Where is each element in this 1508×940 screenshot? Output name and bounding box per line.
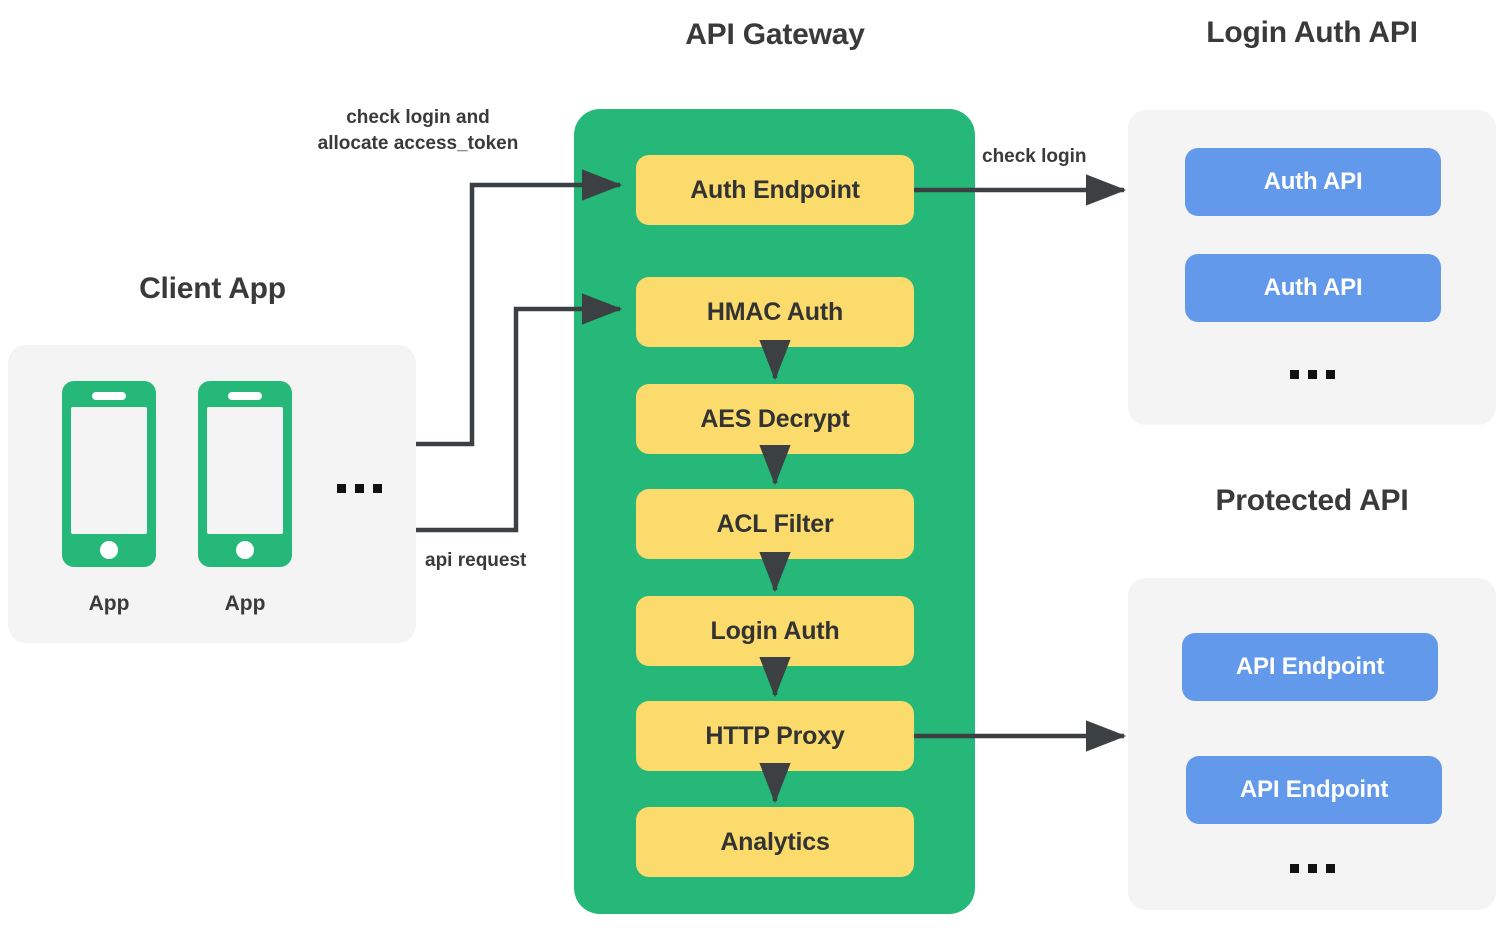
login-auth-api-ellipsis-icon: [1290, 370, 1335, 379]
edge-label-api-request: api request: [425, 550, 527, 571]
protected-api-panel: [1128, 578, 1496, 910]
edge-label-check-login-allocate: check login and allocate access_token: [317, 107, 519, 154]
section-title-login-auth-api: Login Auth API: [1206, 16, 1418, 49]
phone-speaker: [228, 392, 262, 400]
section-title-protected-api: Protected API: [1215, 484, 1409, 517]
protected-api-ellipsis-icon: [1290, 864, 1335, 873]
gateway-stage-http-proxy[interactable]: HTTP Proxy: [636, 701, 914, 771]
protected-api-endpoint[interactable]: API Endpoint: [1186, 756, 1442, 824]
gateway-stage-auth-endpoint[interactable]: Auth Endpoint: [636, 155, 914, 225]
edge-label-check-login: check login: [982, 146, 1087, 167]
protected-api-endpoint[interactable]: API Endpoint: [1182, 633, 1438, 701]
client-app-label: App: [224, 592, 266, 615]
phone-body: [62, 381, 156, 567]
mobile-phone-icon: [198, 381, 292, 567]
phone-home-button: [236, 541, 254, 559]
phone-screen: [207, 407, 283, 534]
gateway-stage-acl-filter[interactable]: ACL Filter: [636, 489, 914, 559]
section-title-client-app: Client App: [139, 272, 286, 305]
phone-screen: [71, 407, 147, 534]
phone-speaker: [92, 392, 126, 400]
login-auth-api-endpoint[interactable]: Auth API: [1185, 148, 1441, 216]
gateway-stage-analytics[interactable]: Analytics: [636, 807, 914, 877]
login-auth-api-endpoint[interactable]: Auth API: [1185, 254, 1441, 322]
client-app-label: App: [88, 592, 130, 615]
phone-home-button: [100, 541, 118, 559]
diagram-canvas: Client App API Gateway Login Auth API Pr…: [0, 0, 1508, 940]
phone-body: [198, 381, 292, 567]
client-app-ellipsis-icon: [337, 484, 382, 493]
mobile-phone-icon: [62, 381, 156, 567]
gateway-stage-aes-decrypt[interactable]: AES Decrypt: [636, 384, 914, 454]
gateway-stage-hmac-auth[interactable]: HMAC Auth: [636, 277, 914, 347]
gateway-stage-login-auth[interactable]: Login Auth: [636, 596, 914, 666]
section-title-api-gateway: API Gateway: [685, 18, 865, 51]
